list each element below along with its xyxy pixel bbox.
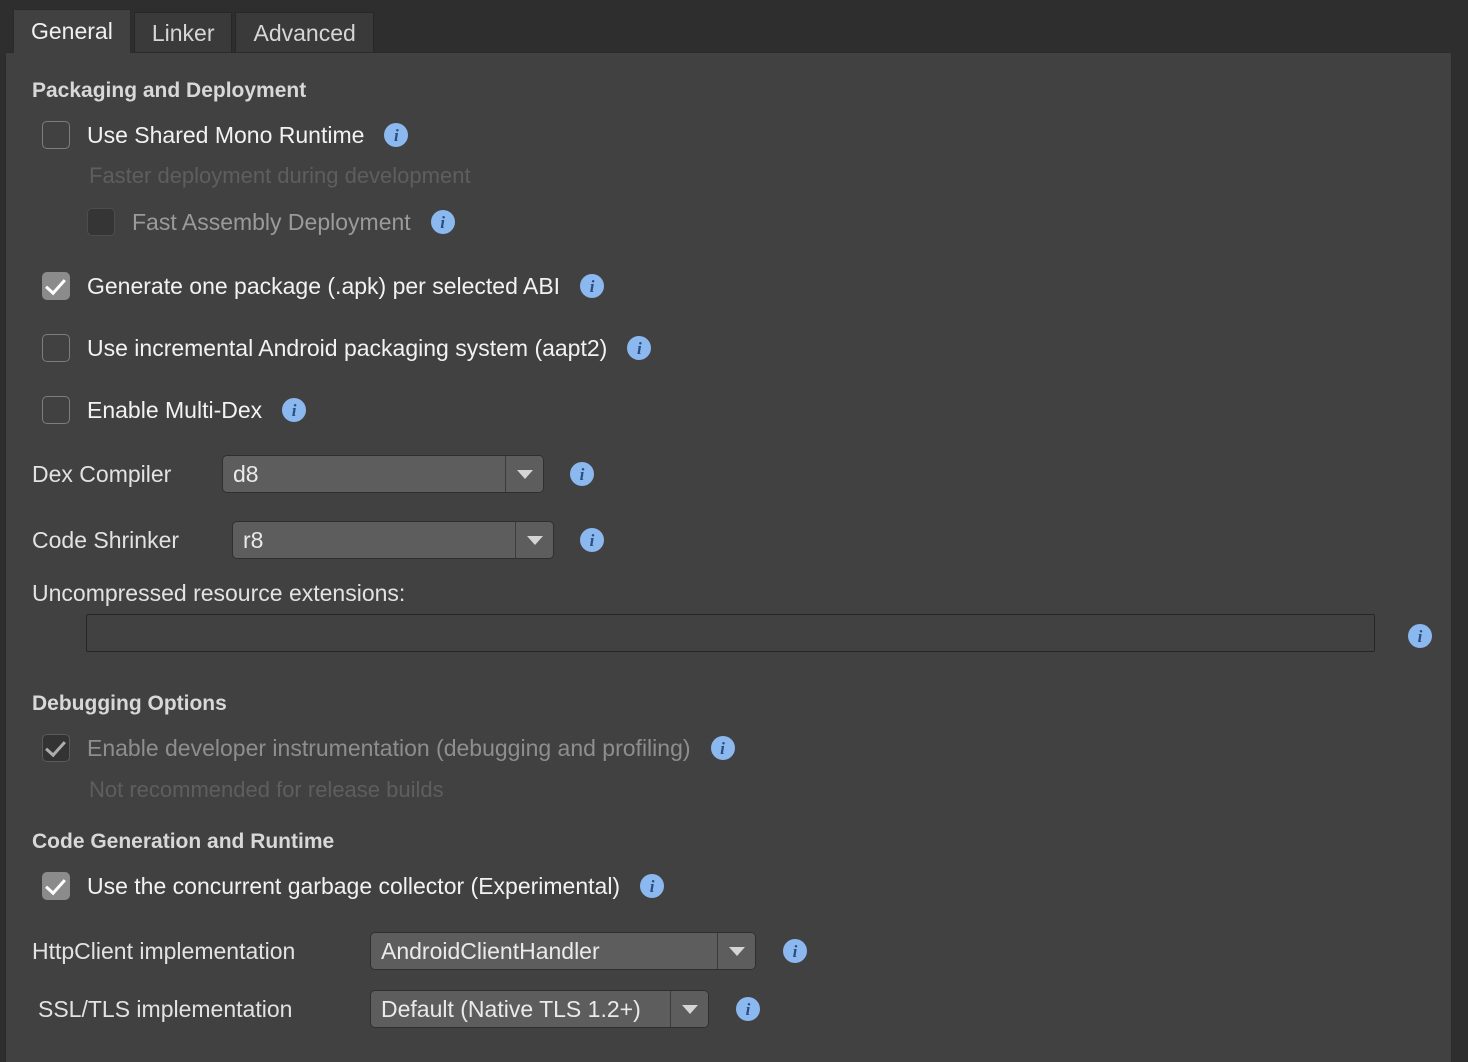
tab-advanced-label: Advanced: [253, 19, 356, 46]
info-icon-aapt2[interactable]: i: [627, 336, 652, 360]
info-icon-dex-compiler[interactable]: i: [570, 462, 594, 486]
dropdown-value-httpclient-implementation: AndroidClientHandler: [381, 937, 600, 964]
dropdown-dex-compiler[interactable]: d8: [222, 455, 544, 493]
check-icon: [45, 873, 66, 896]
dropdown-value-ssl-tls-implementation: Default (Native TLS 1.2+): [381, 995, 641, 1022]
field-row-httpclient-implementation: HttpClient implementation AndroidClientH…: [32, 932, 807, 970]
info-icon-httpclient-implementation[interactable]: i: [783, 939, 807, 963]
chevron-down-icon-dex-compiler[interactable]: [505, 456, 543, 492]
checkbox-aapt2[interactable]: [42, 334, 70, 362]
checkbox-row-concurrent-garbage-collector[interactable]: Use the concurrent garbage collector (Ex…: [42, 872, 665, 900]
checkbox-concurrent-garbage-collector[interactable]: [42, 872, 70, 900]
tab-linker-label: Linker: [151, 19, 215, 46]
info-icon-code-shrinker[interactable]: i: [580, 528, 604, 552]
section-heading-debugging: Debugging Options: [32, 692, 227, 715]
dropdown-value-code-shrinker: r8: [243, 526, 264, 553]
tab-bar: General Linker Advanced: [0, 0, 1468, 54]
section-heading-code-generation: Code Generation and Runtime: [32, 830, 335, 853]
info-icon-enable-multi-dex[interactable]: i: [282, 398, 307, 422]
label-code-shrinker: Code Shrinker: [32, 526, 180, 553]
info-icon-ssl-tls-implementation[interactable]: i: [736, 997, 760, 1021]
check-icon: [45, 273, 66, 296]
checkbox-use-shared-mono-runtime[interactable]: [42, 121, 70, 149]
helper-text-shared-mono: Faster deployment during development: [89, 163, 471, 188]
checkbox-row-use-shared-mono-runtime[interactable]: Use Shared Mono Runtime i: [42, 121, 409, 149]
helper-text-developer-instrumentation: Not recommended for release builds: [89, 777, 444, 802]
checkbox-row-aapt2[interactable]: Use incremental Android packaging system…: [42, 334, 652, 362]
info-icon-use-shared-mono-runtime[interactable]: i: [384, 123, 409, 147]
info-icon-uncompressed-resource-extensions[interactable]: i: [1408, 624, 1432, 648]
section-heading-packaging: Packaging and Deployment: [32, 79, 307, 102]
info-icon-concurrent-garbage-collector[interactable]: i: [640, 874, 665, 898]
tab-general[interactable]: General: [13, 9, 131, 54]
info-icon-generate-one-package-per-abi[interactable]: i: [580, 274, 605, 298]
checkbox-label-concurrent-garbage-collector: Use the concurrent garbage collector (Ex…: [87, 872, 621, 899]
field-row-ssl-tls-implementation: SSL/TLS implementation Default (Native T…: [38, 990, 760, 1028]
checkbox-row-enable-developer-instrumentation[interactable]: Enable developer instrumentation (debugg…: [42, 734, 735, 762]
tab-advanced[interactable]: Advanced: [235, 12, 374, 53]
dropdown-code-shrinker[interactable]: r8: [232, 521, 554, 559]
info-icon-enable-developer-instrumentation[interactable]: i: [710, 736, 735, 760]
checkbox-generate-one-package-per-abi[interactable]: [42, 272, 70, 300]
general-settings-panel: Packaging and Deployment Use Shared Mono…: [5, 52, 1452, 1062]
checkbox-enable-multi-dex[interactable]: [42, 396, 70, 424]
info-icon-fast-assembly-deployment[interactable]: i: [430, 210, 455, 234]
checkbox-label-generate-one-package-per-abi: Generate one package (.apk) per selected…: [87, 272, 561, 299]
label-ssl-tls-implementation: SSL/TLS implementation: [38, 995, 293, 1022]
check-icon: [45, 735, 66, 758]
checkbox-enable-developer-instrumentation[interactable]: [42, 734, 70, 762]
chevron-down-icon-code-shrinker[interactable]: [515, 522, 553, 558]
tab-linker[interactable]: Linker: [133, 12, 233, 53]
checkbox-label-fast-assembly-deployment: Fast Assembly Deployment: [132, 208, 411, 235]
tab-general-label: General: [31, 18, 113, 44]
input-uncompressed-resource-extensions[interactable]: [86, 614, 1375, 652]
checkbox-row-generate-one-package-per-abi[interactable]: Generate one package (.apk) per selected…: [42, 272, 605, 300]
label-uncompressed-resource-extensions: Uncompressed resource extensions:: [32, 580, 406, 606]
checkbox-row-fast-assembly-deployment[interactable]: Fast Assembly Deployment i: [87, 208, 455, 236]
checkbox-label-enable-developer-instrumentation: Enable developer instrumentation (debugg…: [87, 734, 691, 761]
dropdown-ssl-tls-implementation[interactable]: Default (Native TLS 1.2+): [370, 990, 709, 1028]
checkbox-label-use-shared-mono-runtime: Use Shared Mono Runtime: [87, 121, 365, 148]
checkbox-fast-assembly-deployment[interactable]: [87, 208, 115, 236]
dropdown-httpclient-implementation[interactable]: AndroidClientHandler: [370, 932, 756, 970]
field-row-code-shrinker: Code Shrinker r8 i: [32, 521, 604, 559]
label-dex-compiler: Dex Compiler: [32, 460, 172, 487]
chevron-down-icon-ssl-tls-implementation[interactable]: [670, 991, 708, 1027]
checkbox-row-enable-multi-dex[interactable]: Enable Multi-Dex i: [42, 396, 307, 424]
label-httpclient-implementation: HttpClient implementation: [32, 937, 296, 964]
checkbox-label-aapt2: Use incremental Android packaging system…: [87, 334, 608, 361]
chevron-down-icon-httpclient-implementation[interactable]: [717, 933, 755, 969]
checkbox-label-enable-multi-dex: Enable Multi-Dex: [87, 396, 263, 423]
field-row-dex-compiler: Dex Compiler d8 i: [32, 455, 594, 493]
dropdown-value-dex-compiler: d8: [233, 460, 259, 487]
